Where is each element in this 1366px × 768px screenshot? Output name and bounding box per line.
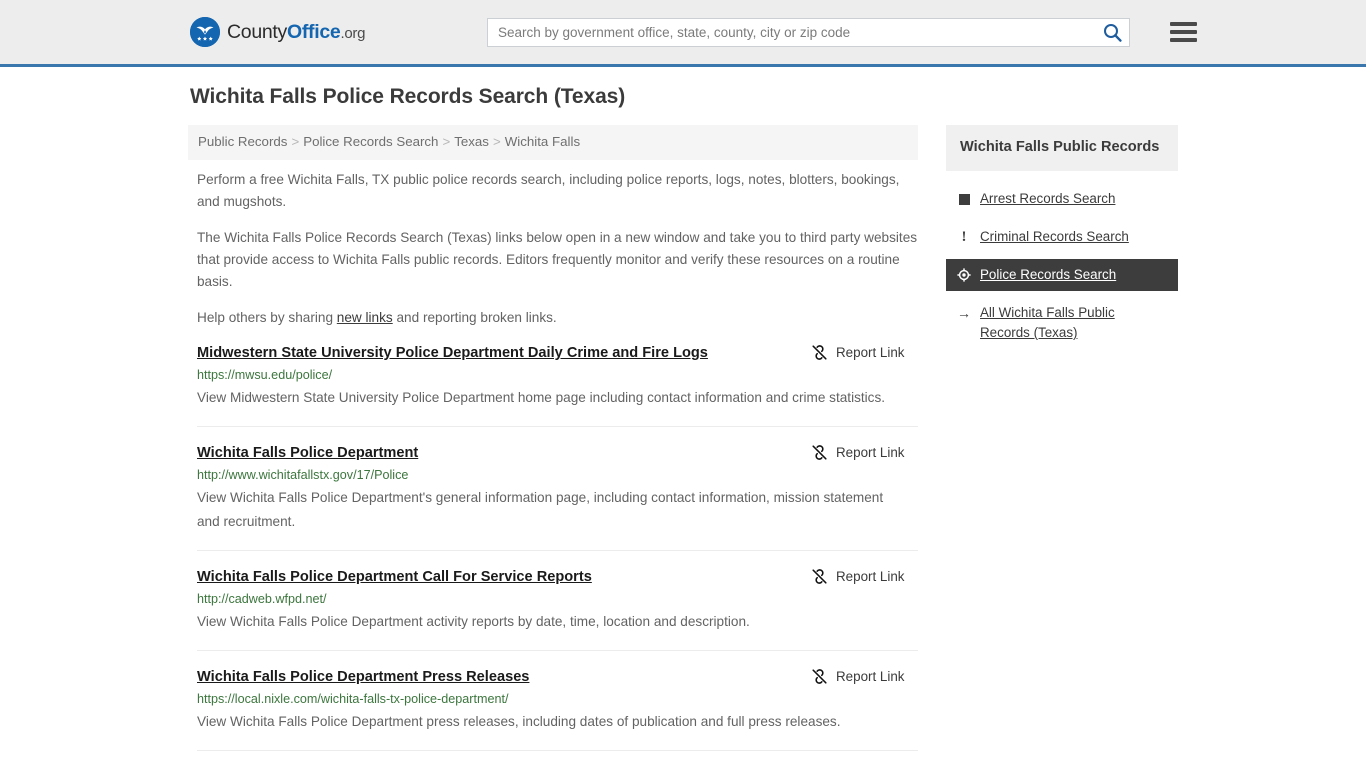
result-description: View Wichita Falls Police Department act… [197,613,750,629]
result-header: Midwestern State University Police Depar… [197,343,918,363]
result-url: https://mwsu.edu/police/ [197,367,333,382]
report-link-label: Report Link [836,568,905,584]
intro-text: Perform a free Wichita Falls, TX public … [188,169,918,329]
sidebar-list: Arrest Records Search ! Criminal Records… [946,183,1178,349]
exclamation-icon: ! [961,228,967,245]
content-columns: Public Records > Police Records Search > Tex… [188,125,1178,751]
site-logo-link[interactable]: CountyOffice.org [190,17,365,47]
square-icon [957,189,971,209]
main-content: Public Records > Police Records Search > Tex… [188,125,918,751]
sidebar-item-label: All Wichita Falls Public Records (Texas) [980,305,1115,340]
brand-part-org: .org [340,24,366,42]
breadcrumb-item-police-records-search[interactable]: Police Records Search [303,134,438,149]
share-text-after: and reporting broken links. [392,309,557,325]
brand-part-county: County [227,20,287,43]
site-logo-text: CountyOffice.org [227,21,365,44]
sidebar-item-label: Arrest Records Search [980,191,1116,206]
result-description: View Wichita Falls Police Department's g… [197,489,884,529]
broken-link-icon [812,669,827,684]
breadcrumb-item-texas[interactable]: Texas [454,134,489,149]
page-container: Wichita Falls Police Records Search (Tex… [188,67,1178,751]
result-url: http://cadweb.wfpd.net/ [197,591,327,606]
report-link-label: Report Link [836,344,905,360]
breadcrumb-item-public-records[interactable]: Public Records [198,134,287,149]
page-title: Wichita Falls Police Records Search (Tex… [190,85,626,108]
report-link-button[interactable]: Report Link [811,667,918,685]
intro-paragraph-2: The Wichita Falls Police Records Search … [197,229,918,289]
sidebar: Wichita Falls Public Records Arrest Reco… [946,125,1178,355]
result-item: Wichita Falls Police Department Press Re… [197,667,918,751]
sidebar-item-arrest-records-search[interactable]: Arrest Records Search [946,183,1178,215]
search-icon [1103,24,1122,42]
breadcrumb-separator: > [442,134,451,149]
result-item: Wichita Falls Police Department Call For… [197,567,918,651]
report-link-label: Report Link [836,444,905,460]
result-title-link[interactable]: Wichita Falls Police Department Call For… [197,567,592,587]
hamburger-menu-button[interactable] [1170,18,1200,46]
result-url: http://www.wichitafallstx.gov/17/Police [197,467,409,482]
broken-link-icon [812,345,827,360]
sidebar-item-all-public-records[interactable]: → All Wichita Falls Public Records (Texa… [946,297,1178,349]
search-input[interactable] [488,19,1095,46]
search-button[interactable] [1095,19,1129,46]
new-links-link[interactable]: new links [337,310,393,325]
report-link-button[interactable]: Report Link [811,443,918,461]
breadcrumb-separator: > [291,134,300,149]
sidebar-item-label: Criminal Records Search [980,229,1129,244]
sidebar-item-police-records-search[interactable]: Police Records Search [946,259,1178,291]
result-item: Midwestern State University Police Depar… [197,343,918,427]
target-crosshair-icon [957,265,971,285]
intro-paragraph-1: Perform a free Wichita Falls, TX public … [197,171,900,209]
hamburger-menu-icon [1170,38,1197,42]
arrow-right-icon: → [957,305,971,321]
result-description: View Midwestern State University Police … [197,389,886,405]
breadcrumb: Public Records > Police Records Search > Tex… [188,125,918,160]
result-url: https://local.nixle.com/wichita-falls-tx… [197,691,509,706]
result-title-link[interactable]: Wichita Falls Police Department [197,443,418,463]
report-link-label: Report Link [836,668,905,684]
result-title-link[interactable]: Wichita Falls Police Department Press Re… [197,667,529,687]
search-bar[interactable] [487,18,1130,47]
report-link-button[interactable]: Report Link [811,567,918,585]
results-list: Midwestern State University Police Depar… [188,343,918,751]
result-header: Wichita Falls Police Department Press Re… [197,667,918,687]
result-description: View Wichita Falls Police Department pre… [197,713,841,729]
report-link-button[interactable]: Report Link [811,343,918,361]
result-item: Wichita Falls Police Department Report L… [197,443,918,551]
hamburger-menu-icon [1170,22,1197,26]
hamburger-menu-icon [1170,30,1197,34]
intro-paragraph-3: Help others by sharing new links and rep… [188,307,918,329]
broken-link-icon [812,445,827,460]
breadcrumb-item-wichita-falls[interactable]: Wichita Falls [505,134,580,149]
share-text-before: Help others by sharing [197,309,337,325]
breadcrumb-separator: > [492,134,501,149]
site-header: CountyOffice.org [0,0,1366,67]
result-header: Wichita Falls Police Department Report L… [197,443,918,463]
sidebar-item-label: Police Records Search [980,267,1117,282]
header-inner: CountyOffice.org [188,0,1197,64]
eagle-shield-logo-icon [190,17,220,47]
brand-part-office: Office [287,20,341,43]
sidebar-title: Wichita Falls Public Records [946,125,1178,171]
result-header: Wichita Falls Police Department Call For… [197,567,918,587]
result-title-link[interactable]: Midwestern State University Police Depar… [197,343,708,363]
broken-link-icon [812,569,827,584]
sidebar-item-criminal-records-search[interactable]: ! Criminal Records Search [946,221,1178,253]
